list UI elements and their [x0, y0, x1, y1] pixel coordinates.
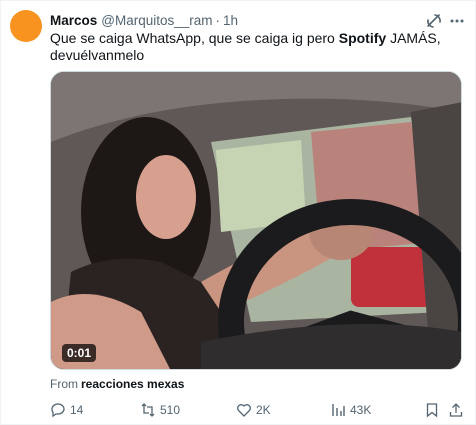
- source-name[interactable]: reacciones mexas: [81, 377, 184, 391]
- bookmark-button[interactable]: [424, 400, 444, 420]
- video-duration: 0:01: [62, 344, 97, 362]
- video-frame: [51, 72, 461, 369]
- reply-icon: [51, 403, 65, 418]
- author-handle[interactable]: @Marquitos__ram: [101, 13, 212, 28]
- reply-button[interactable]: 14: [50, 400, 83, 420]
- reply-count: 14: [70, 403, 84, 417]
- views-button[interactable]: 43K: [330, 400, 371, 420]
- video-source: From reacciones mexas: [50, 377, 184, 391]
- tweet-text-part3: devuélvanmelo: [50, 47, 145, 63]
- share-button[interactable]: [448, 400, 468, 420]
- views-icon: [332, 404, 345, 416]
- tweet-text: Que se caiga WhatsApp, que se caiga ig p…: [50, 30, 460, 64]
- tweet-time[interactable]: 1h: [223, 13, 238, 28]
- views-count: 43K: [350, 403, 372, 417]
- separator-dot: ·: [215, 12, 221, 28]
- bookmark-icon: [426, 403, 438, 418]
- like-count: 2K: [256, 403, 271, 417]
- like-icon: [237, 404, 251, 417]
- grok-icon[interactable]: [425, 12, 443, 30]
- tweet-text-bold: Spotify: [338, 30, 387, 46]
- tweet-text-part2: JAMÁS,: [386, 30, 441, 46]
- like-button[interactable]: 2K: [236, 400, 271, 420]
- tweet-header: Marcos @Marquitos__ram · 1h: [50, 11, 238, 29]
- author-name[interactable]: Marcos: [50, 13, 97, 28]
- source-prefix: From: [50, 377, 78, 391]
- action-bar: 14 510 2K 43K: [50, 400, 470, 420]
- tweet-text-part1: Que se caiga WhatsApp, que se caiga ig p…: [50, 30, 339, 46]
- repost-count: 510: [160, 403, 181, 417]
- tweet-card[interactable]: Marcos @Marquitos__ram · 1h Que se caiga…: [0, 0, 476, 425]
- more-icon[interactable]: [447, 12, 467, 30]
- avatar[interactable]: [10, 10, 42, 42]
- share-icon: [449, 403, 463, 417]
- video-player[interactable]: 0:01: [50, 71, 462, 370]
- repost-button[interactable]: 510: [140, 400, 180, 420]
- repost-icon: [141, 403, 155, 417]
